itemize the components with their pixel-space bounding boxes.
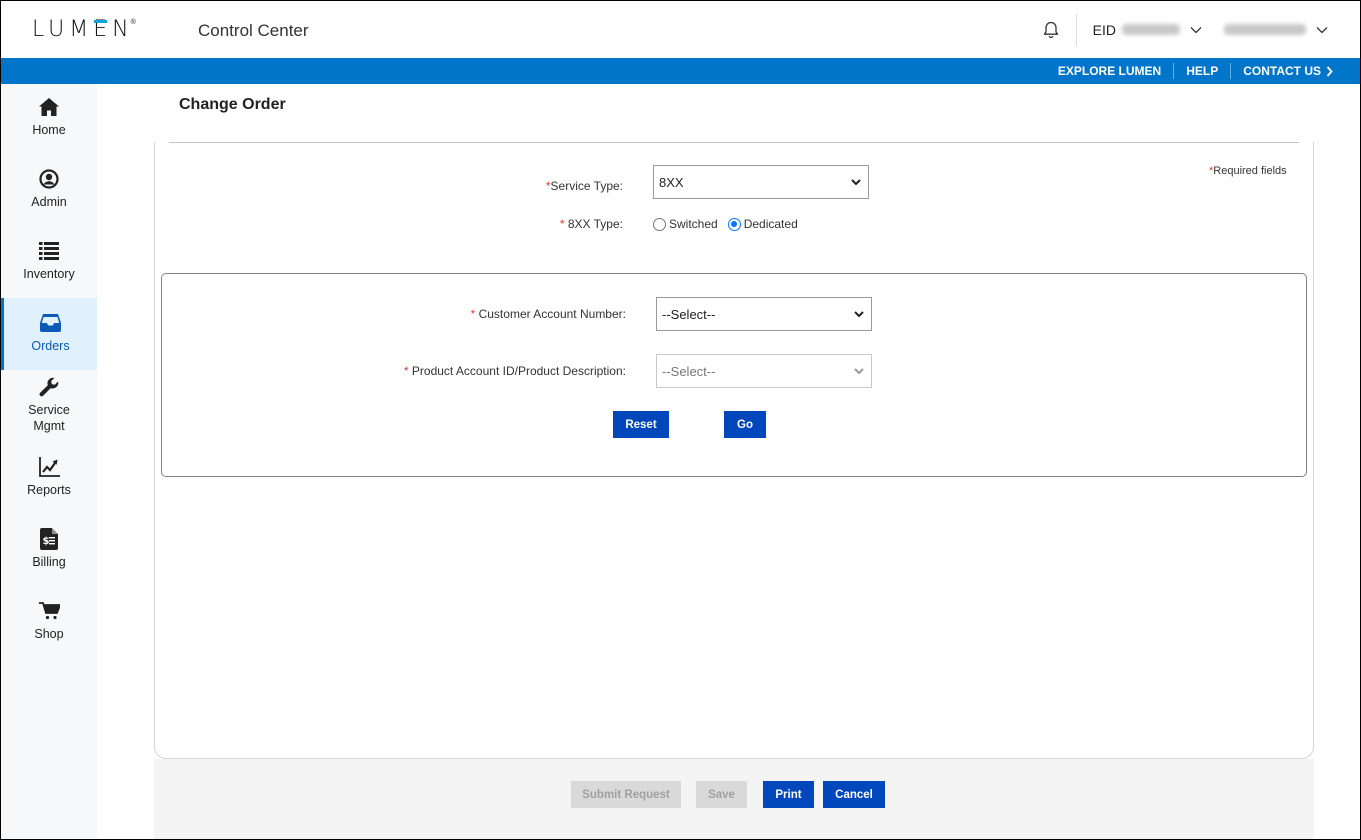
chevron-down-icon <box>854 311 864 318</box>
service-type-label: *Service Type: <box>545 179 623 193</box>
sidebar-item-service-mgmt[interactable]: Service Mgmt <box>1 376 97 434</box>
sidebar-item-home[interactable]: Home <box>1 96 97 138</box>
sidebar-item-inventory[interactable]: Inventory <box>1 240 97 282</box>
sidebar-item-label: Service Mgmt <box>28 403 70 433</box>
service-type-select[interactable]: 8XX <box>653 165 869 199</box>
cart-icon <box>38 602 60 620</box>
radio-button-checked[interactable] <box>727 217 741 231</box>
logo-registered-mark: ® <box>130 19 136 26</box>
username-redacted <box>1224 24 1306 35</box>
inbox-icon <box>40 314 61 332</box>
help-link[interactable]: HELP <box>1174 64 1230 78</box>
home-icon <box>39 98 59 116</box>
print-button[interactable]: Print <box>763 781 814 808</box>
app-title: Control Center <box>198 21 309 40</box>
chevron-down-icon <box>851 179 861 186</box>
radio-button-unchecked[interactable] <box>653 217 666 231</box>
8xx-type-label: * 8XX Type: <box>559 217 623 231</box>
chevron-right-icon <box>1326 65 1333 77</box>
eid-label: EID <box>1092 21 1116 38</box>
service-type-value: 8XX <box>659 174 684 190</box>
sidebar-item-label: Home <box>32 123 66 137</box>
contact-us-label: CONTACT US <box>1243 64 1321 78</box>
cancel-button[interactable]: Cancel <box>823 781 885 808</box>
eid-value-redacted <box>1122 24 1180 35</box>
radio-label: Dedicated <box>743 217 798 231</box>
svg-text:$: $ <box>43 536 50 547</box>
sidebar-item-label: Reports <box>27 483 71 497</box>
product-account-value: --Select-- <box>662 363 716 379</box>
sidebar-item-label: Admin <box>31 195 67 209</box>
invoice-dollar-icon: $ <box>40 528 58 550</box>
eid-selector[interactable]: EID <box>1093 22 1202 38</box>
sidebar-item-orders[interactable]: Orders <box>1 298 97 370</box>
bell-icon[interactable] <box>1041 20 1061 40</box>
sidebar-item-label: Inventory <box>23 267 75 281</box>
sidebar-item-billing[interactable]: $ Billing <box>1 528 97 570</box>
lumen-logo[interactable]: LUMEN ® <box>32 18 136 42</box>
8xx-type-radio-group: Switched Dedicated <box>653 217 808 231</box>
sidebar-item-shop[interactable]: Shop <box>1 600 97 642</box>
customer-account-value: --Select-- <box>662 306 716 322</box>
user-circle-icon <box>39 169 59 189</box>
sidebar-item-label: Orders <box>31 339 70 353</box>
go-button[interactable]: Go <box>724 411 766 438</box>
list-icon <box>39 242 59 260</box>
sidebar-item-label: Billing <box>32 555 66 569</box>
contact-us-link[interactable]: CONTACT US <box>1231 64 1360 78</box>
logo-wordmark: LUMEN <box>32 17 134 42</box>
explore-lumen-link[interactable]: EXPLORE LUMEN <box>1046 64 1173 78</box>
sidebar-item-reports[interactable]: Reports <box>1 456 97 498</box>
sidebar-item-label: Shop <box>34 627 64 641</box>
customer-account-label: * Customer Account Number: <box>470 307 626 321</box>
chevron-down-icon <box>1190 26 1202 33</box>
wrench-icon <box>39 377 59 397</box>
chart-line-icon <box>38 457 60 477</box>
customer-account-select[interactable]: --Select-- <box>656 297 872 331</box>
sidebar-item-admin[interactable]: Admin <box>1 168 97 210</box>
radio-dedicated[interactable]: Dedicated <box>727 217 798 231</box>
save-button[interactable]: Save <box>696 781 747 808</box>
header-divider <box>1075 13 1077 46</box>
radio-switched[interactable]: Switched <box>653 217 718 231</box>
utility-nav: EXPLORE LUMEN HELP CONTACT US <box>1 58 1360 84</box>
chevron-down-icon <box>854 368 864 375</box>
submit-request-button[interactable]: Submit Request <box>571 781 681 808</box>
top-header: LUMEN ® Control Center EID <box>1 1 1360 58</box>
page-title: Change Order <box>179 96 286 113</box>
reset-button[interactable]: Reset <box>613 411 669 438</box>
chevron-down-icon <box>1316 26 1328 33</box>
sidebar-nav: Home Admin Inventory Orders Service Mgmt… <box>1 84 97 839</box>
radio-label: Switched <box>669 217 718 231</box>
title-divider <box>169 142 1299 143</box>
required-fields-note: *Required fields <box>1209 165 1287 177</box>
product-account-label: * Product Account ID/Product Description… <box>403 364 626 378</box>
product-account-select[interactable]: --Select-- <box>656 354 872 388</box>
user-menu[interactable] <box>1218 24 1328 35</box>
